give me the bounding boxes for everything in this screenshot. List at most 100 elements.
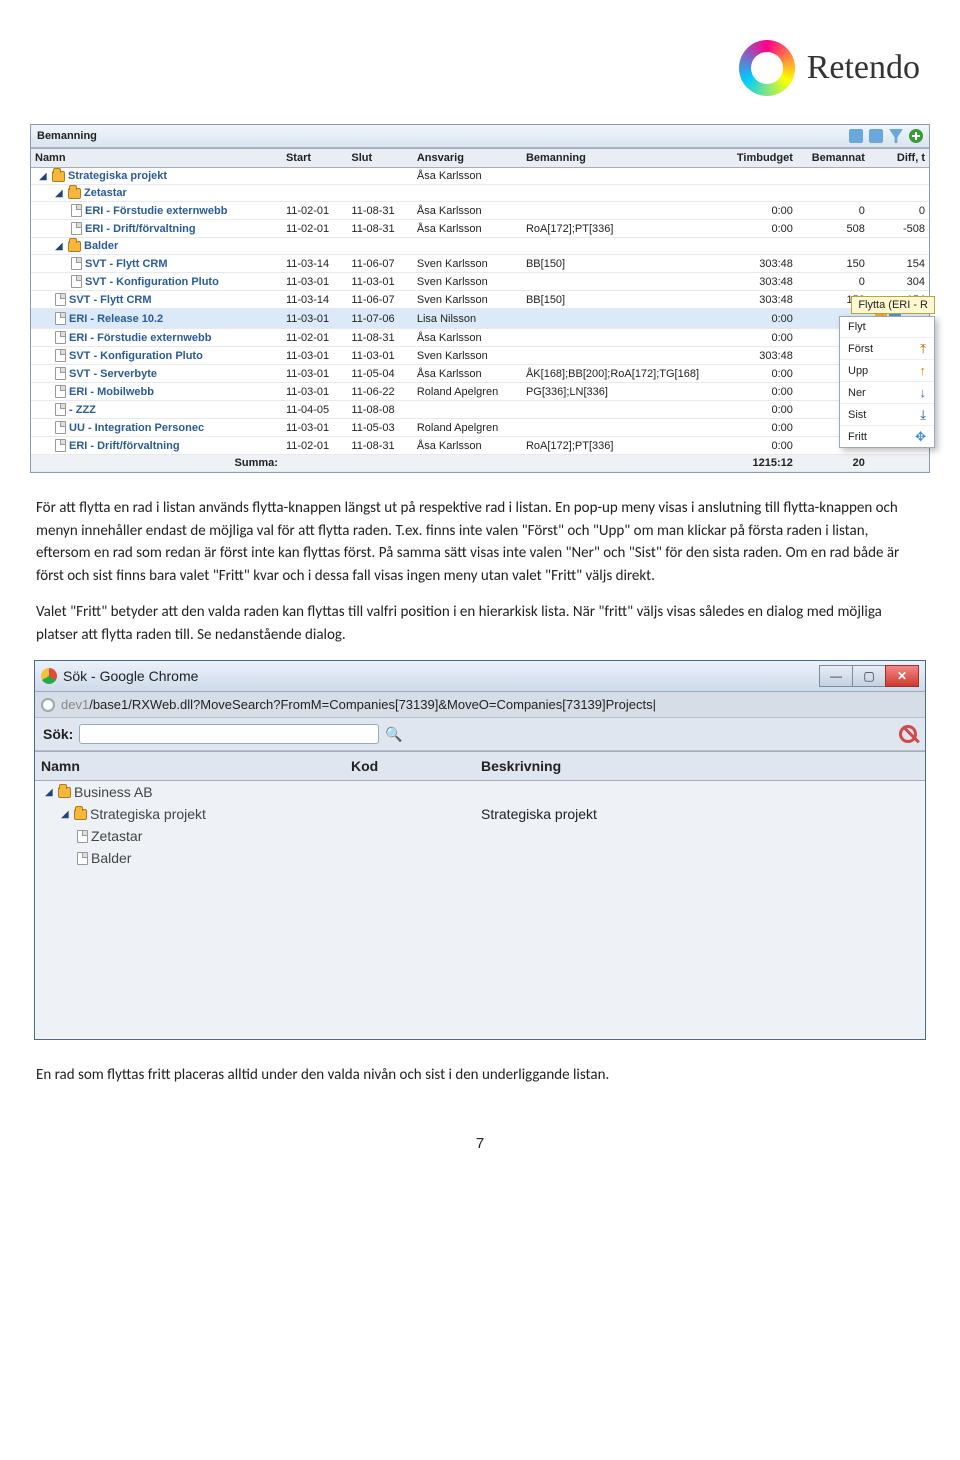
menu-item-först[interactable]: Först⤒ (840, 338, 934, 360)
filter-icon[interactable] (889, 129, 903, 143)
menu-item-sist[interactable]: Sist⤓ (840, 404, 934, 426)
row-name[interactable]: Balder (91, 850, 131, 866)
search-icon[interactable]: 🔍 (385, 726, 402, 743)
col-beskr[interactable]: Beskrivning (475, 752, 925, 781)
list-item[interactable]: Zetastar (35, 825, 925, 847)
table-row[interactable]: UU - Integration Personec11-03-0111-05-0… (31, 419, 929, 437)
row-name[interactable]: SVT - Flytt CRM (69, 294, 152, 306)
window-maximize-button[interactable]: ▢ (852, 665, 886, 687)
folder-icon (52, 171, 65, 182)
table-row[interactable]: SVT - Serverbyte11-03-0111-05-04Åsa Karl… (31, 365, 929, 383)
document-icon (55, 293, 66, 306)
table-row[interactable]: SVT - Konfiguration Pluto11-03-0111-03-0… (31, 273, 929, 291)
document-icon (77, 852, 88, 865)
col-namn-2[interactable]: Namn (35, 752, 345, 781)
chain-icon[interactable] (869, 129, 883, 143)
search-results-table: Namn Kod Beskrivning ◢Business AB◢Strate… (35, 751, 925, 869)
table-row[interactable]: ERI - Förstudie externwebb11-02-0111-08-… (31, 202, 929, 220)
col-diff[interactable]: Diff, t (869, 149, 929, 168)
menu-item-upp[interactable]: Upp↑ (840, 360, 934, 382)
list-item[interactable]: ◢Strategiska projektStrategiska projekt (35, 803, 925, 825)
link-icon[interactable] (849, 129, 863, 143)
table-row[interactable]: ERI - Förstudie externwebb11-02-0111-08-… (31, 329, 929, 347)
row-name[interactable]: Zetastar (91, 828, 142, 844)
row-name[interactable]: Zetastar (84, 187, 127, 199)
move-tooltip: Flytta (ERI - R (851, 296, 935, 314)
row-name[interactable]: SVT - Serverbyte (69, 368, 157, 380)
col-ansvarig[interactable]: Ansvarig (413, 149, 522, 168)
row-name[interactable]: ERI - Drift/förvaltning (85, 223, 196, 235)
table-row[interactable]: ◢ Zetastar (31, 185, 929, 202)
menu-item-fritt[interactable]: Fritt✥ (840, 426, 934, 447)
col-bemannat[interactable]: Bemannat (797, 149, 869, 168)
window-minimize-button[interactable]: — (819, 665, 853, 687)
menu-item-ner[interactable]: Ner↓ (840, 382, 934, 404)
col-kod[interactable]: Kod (345, 752, 475, 781)
row-name[interactable]: ERI - Drift/förvaltning (69, 440, 180, 452)
expand-icon[interactable]: ◢ (61, 809, 71, 819)
move-context-menu[interactable]: FlytFörst⤒Upp↑Ner↓Sist⤓Fritt✥ (839, 316, 935, 448)
col-timbudget[interactable]: Timbudget (718, 149, 797, 168)
table-row[interactable]: SVT - Flytt CRM11-03-1411-06-07Sven Karl… (31, 255, 929, 273)
document-icon (55, 421, 66, 434)
bemanning-panel: Bemanning Namn Start Slut Ansvar (30, 124, 930, 473)
row-name[interactable]: ERI - Förstudie externwebb (85, 205, 227, 217)
col-namn[interactable]: Namn (31, 149, 282, 168)
paragraph-1: För att flytta en rad i listan används f… (36, 497, 924, 587)
row-name[interactable]: SVT - Konfiguration Pluto (85, 276, 219, 288)
row-name[interactable]: UU - Integration Personec (69, 422, 204, 434)
row-name[interactable]: - ZZZ (69, 404, 96, 416)
summa-label: Summa: (31, 455, 282, 472)
col-start[interactable]: Start (282, 149, 347, 168)
summa-man: 20 (797, 455, 869, 472)
folder-icon (68, 241, 81, 252)
expand-icon[interactable]: ◢ (55, 188, 65, 198)
row-name[interactable]: Strategiska projekt (90, 806, 206, 822)
row-name[interactable]: SVT - Flytt CRM (85, 258, 168, 270)
table-row[interactable]: ERI - Mobilwebb11-03-0111-06-22Roland Ap… (31, 383, 929, 401)
table-row[interactable]: ERI - Drift/förvaltning11-02-0111-08-31Å… (31, 437, 929, 455)
row-name[interactable]: Business AB (74, 784, 153, 800)
row-name[interactable]: SVT - Konfiguration Pluto (69, 350, 203, 362)
brand-header: Retendo (30, 40, 930, 96)
expand-icon[interactable]: ◢ (55, 241, 65, 251)
folder-icon (58, 787, 71, 798)
row-name[interactable]: ERI - Förstudie externwebb (69, 332, 211, 344)
chrome-dialog: Sök - Google Chrome — ▢ ✕ dev1/base1/RXW… (34, 660, 926, 1040)
document-icon (71, 222, 82, 235)
table-row[interactable]: - ZZZ11-04-0511-08-080:00 (31, 401, 929, 419)
document-icon (55, 403, 66, 416)
list-item[interactable]: Balder (35, 847, 925, 869)
table-row[interactable]: ERI - Release 10.211-03-0111-07-06Lisa N… (31, 309, 929, 329)
search-input[interactable] (79, 724, 379, 744)
list-item[interactable]: ◢ Business AB (35, 781, 925, 804)
brand-logo-icon (739, 40, 795, 96)
row-name[interactable]: Strategiska projekt (68, 170, 167, 182)
window-close-button[interactable]: ✕ (885, 665, 919, 687)
folder-icon (74, 809, 87, 820)
expand-icon[interactable]: ◢ (45, 787, 55, 797)
col-slut[interactable]: Slut (347, 149, 412, 168)
add-icon[interactable] (909, 129, 923, 143)
menu-item-flyt[interactable]: Flyt (840, 317, 934, 338)
summa-row: Summa: 1215:12 20 (31, 455, 929, 472)
table-row[interactable]: SVT - Flytt CRM11-03-1411-06-07Sven Karl… (31, 291, 929, 309)
body-text: För att flytta en rad i listan används f… (36, 497, 924, 646)
folder-icon (68, 188, 81, 199)
row-name[interactable]: Balder (84, 240, 118, 252)
row-name[interactable]: ERI - Mobilwebb (69, 386, 154, 398)
table-row[interactable]: SVT - Konfiguration Pluto11-03-0111-03-0… (31, 347, 929, 365)
paragraph-3: En rad som flyttas fritt placeras alltid… (36, 1064, 924, 1087)
document-icon (55, 312, 66, 325)
document-icon (71, 204, 82, 217)
cancel-icon[interactable] (899, 725, 917, 743)
col-bemanning[interactable]: Bemanning (522, 149, 718, 168)
table-row[interactable]: ◢Strategiska projektÅsa Karlsson (31, 168, 929, 185)
expand-icon[interactable]: ◢ (39, 171, 49, 181)
bemanning-table: Namn Start Slut Ansvarig Bemanning Timbu… (31, 148, 929, 472)
table-row[interactable]: ◢ Balder (31, 238, 929, 255)
row-name[interactable]: ERI - Release 10.2 (69, 313, 163, 325)
address-bar[interactable]: dev1/base1/RXWeb.dll?MoveSearch?FromM=Co… (61, 697, 656, 712)
body-text-after: En rad som flyttas fritt placeras alltid… (36, 1064, 924, 1087)
table-row[interactable]: ERI - Drift/förvaltning11-02-0111-08-31Å… (31, 220, 929, 238)
